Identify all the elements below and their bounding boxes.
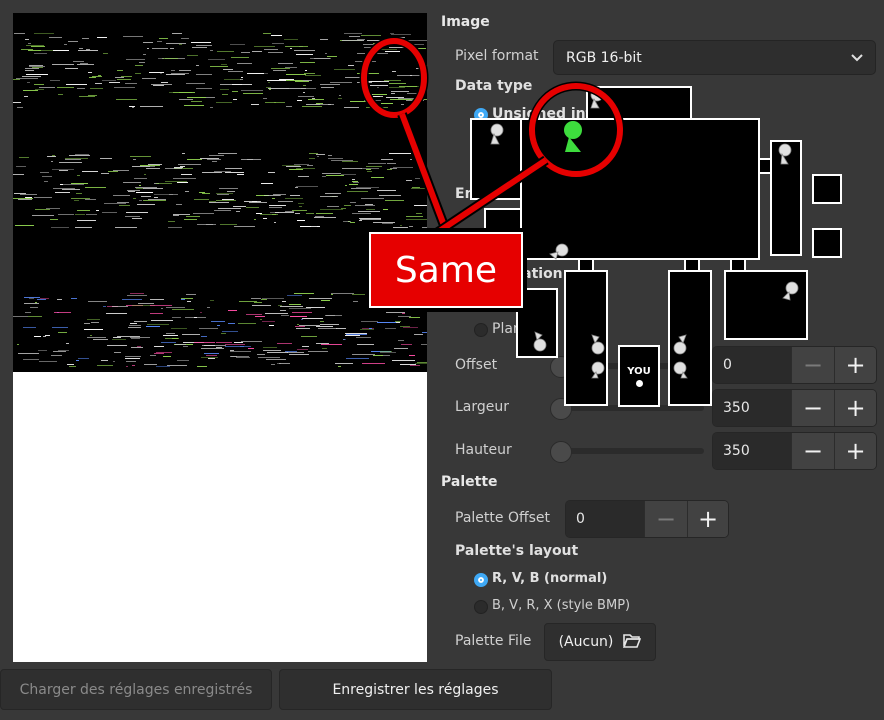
pin-icon [549,243,569,260]
pin-icon [490,123,504,145]
pin-icon [533,331,547,352]
pin-icon [673,361,688,379]
same-annotation-label: Same [369,232,523,308]
pin-icon [673,334,687,355]
same-annotation-box: Same [365,228,527,312]
overlay-pins-layer [359,36,799,379]
green-pin-icon [564,121,582,152]
pin-icon [782,281,799,301]
pin-icon [778,143,792,165]
pin-icon [591,361,605,379]
annotation-marks [359,36,625,241]
pin-icon [591,334,605,355]
